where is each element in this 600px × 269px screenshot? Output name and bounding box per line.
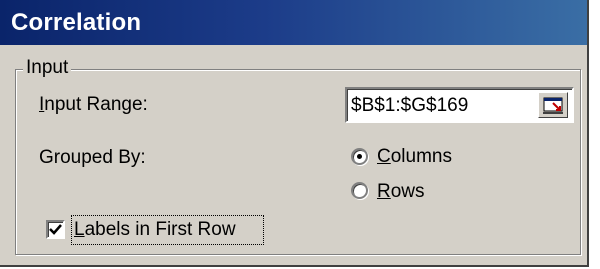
radio-columns-label[interactable]: Columns [377, 145, 452, 169]
dialog-title: Correlation [11, 9, 142, 36]
input-group-legend: Input [23, 56, 72, 80]
input-range-field[interactable]: $B$1:$G$169 [345, 87, 574, 123]
labels-first-row-checkbox[interactable] [46, 220, 65, 239]
radio-rows[interactable] [351, 182, 368, 199]
dialog-title-bar[interactable]: Correlation [0, 0, 587, 45]
range-collapse-button[interactable] [538, 92, 568, 118]
radio-selected-dot [357, 154, 362, 159]
radio-columns[interactable] [351, 148, 368, 165]
labels-first-row-label[interactable]: Labels in First Row [74, 218, 236, 242]
input-range-value: $B$1:$G$169 [351, 95, 469, 116]
collapse-dialog-icon [543, 97, 563, 114]
correlation-dialog: Correlation Input Input Range: $B$1:$G$1… [0, 0, 589, 267]
radio-rows-label[interactable]: Rows [377, 180, 425, 204]
input-range-label: Input Range: [39, 94, 148, 115]
grouped-by-label: Grouped By: [39, 147, 146, 168]
checkmark-icon [49, 224, 62, 235]
